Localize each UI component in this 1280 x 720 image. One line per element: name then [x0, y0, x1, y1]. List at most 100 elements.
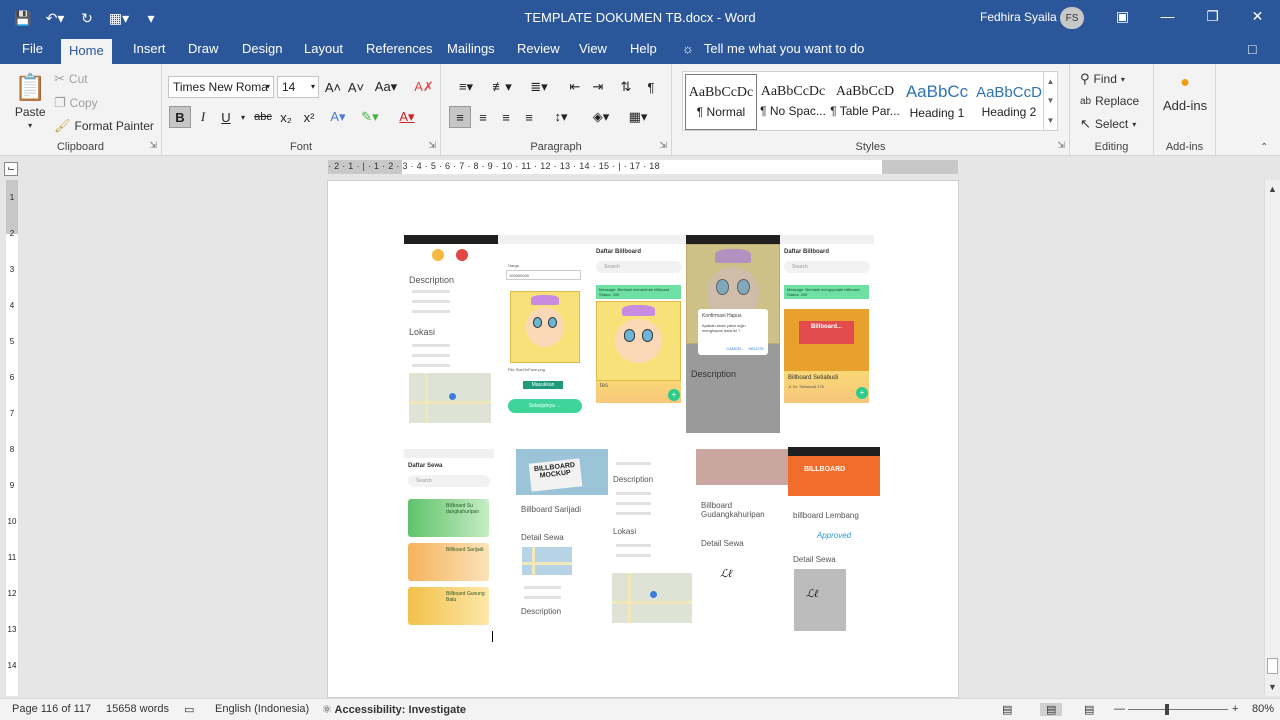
- language-indicator[interactable]: English (Indonesia): [215, 703, 309, 715]
- style-table-paragraph[interactable]: AaBbCcD ¶ Table Par...: [829, 74, 901, 130]
- tab-layout[interactable]: Layout: [302, 41, 345, 64]
- tab-review[interactable]: Review: [515, 41, 562, 64]
- style-heading-1[interactable]: AaBbCc Heading 1: [901, 74, 973, 130]
- dialog-launcher-icon[interactable]: ⇲: [428, 140, 436, 151]
- vertical-scrollbar[interactable]: ▲ ▼: [1264, 180, 1280, 696]
- restore-icon[interactable]: ❐: [1190, 0, 1235, 32]
- read-mode-icon[interactable]: ▤: [1002, 703, 1012, 716]
- chevron-up-icon[interactable]: ▲: [1047, 77, 1055, 86]
- strikethrough-button[interactable]: abc: [252, 106, 274, 128]
- vertical-ruler[interactable]: 1 2 3 4 5 6 7 8 9 10 11 12 13 14: [6, 180, 18, 696]
- align-center-icon[interactable]: ≡: [472, 106, 494, 128]
- quick-access-toolbar: 💾 ↶▾ ↻ ▦▾ ▾: [10, 6, 164, 30]
- zoom-slider[interactable]: [1128, 709, 1228, 710]
- comments-icon[interactable]: □: [1248, 41, 1256, 57]
- tab-selector[interactable]: ⌙: [4, 162, 18, 176]
- status-bar: Page 116 of 117 15658 words ▭ English (I…: [0, 698, 1280, 720]
- print-layout-icon[interactable]: ▤: [1040, 703, 1063, 716]
- font-size-combobox[interactable]: 14 ▾: [277, 76, 319, 98]
- tell-me-search[interactable]: ☼ Tell me what you want to do: [682, 41, 864, 56]
- text-cursor: [492, 631, 493, 642]
- format-painter-button[interactable]: 🖌 Format Painter: [54, 118, 154, 134]
- ribbon-display-options-icon[interactable]: ▣: [1100, 0, 1145, 32]
- web-layout-icon[interactable]: ▤: [1084, 703, 1094, 716]
- line-spacing-icon[interactable]: ↕▾: [546, 106, 576, 128]
- tab-insert[interactable]: Insert: [131, 41, 168, 64]
- subscript-button[interactable]: x₂: [275, 106, 297, 128]
- horizontal-ruler[interactable]: · 2 · 1 · | · 1 · 2 · 3 · 4 · 5 · 6 · 7 …: [328, 160, 958, 174]
- italic-button[interactable]: I: [192, 106, 214, 128]
- undo-icon[interactable]: ↶▾: [42, 6, 68, 30]
- style-normal[interactable]: AaBbCcDc ¶ Normal: [685, 74, 757, 130]
- customize-qat-icon[interactable]: ▾: [138, 6, 164, 30]
- word-count[interactable]: 15658 words: [106, 703, 169, 715]
- avatar[interactable]: FS: [1060, 7, 1084, 29]
- redo-icon[interactable]: ↻: [74, 6, 100, 30]
- copy-button[interactable]: ❐ Copy: [54, 95, 98, 111]
- align-left-icon[interactable]: ≡: [449, 106, 471, 128]
- tab-file[interactable]: File: [20, 41, 45, 64]
- dialog-launcher-icon[interactable]: ⇲: [659, 140, 667, 151]
- change-case-icon[interactable]: Aa▾: [371, 76, 401, 98]
- collapse-ribbon-icon[interactable]: ⌃: [1260, 142, 1268, 153]
- addins-group: ● Add-ins Add-ins: [1154, 64, 1216, 156]
- document-page[interactable]: Description Lokasi Harga 100000000 File …: [327, 180, 959, 698]
- grow-font-icon[interactable]: A˄: [322, 76, 344, 98]
- increase-indent-icon[interactable]: ⇥: [587, 76, 609, 98]
- dialog-launcher-icon[interactable]: ⇲: [1057, 140, 1065, 151]
- borders-icon[interactable]: ▦▾: [623, 106, 653, 128]
- highlight-icon[interactable]: ✎▾: [359, 106, 381, 128]
- table-icon[interactable]: ▦▾: [106, 6, 132, 30]
- close-icon[interactable]: ✕: [1235, 0, 1280, 32]
- page-indicator[interactable]: Page 116 of 117: [12, 703, 91, 715]
- justify-icon[interactable]: ≡: [518, 106, 540, 128]
- dialog-launcher-icon[interactable]: ⇲: [149, 140, 157, 151]
- tab-draw[interactable]: Draw: [186, 41, 220, 64]
- bullets-icon[interactable]: ≡▾: [451, 76, 481, 98]
- addins-button[interactable]: ● Add-ins: [1163, 74, 1207, 113]
- select-button[interactable]: ↖ Select ▾: [1080, 116, 1136, 132]
- proofing-icon[interactable]: ▭: [184, 703, 194, 716]
- find-button[interactable]: ⚲ Find ▾: [1080, 71, 1125, 87]
- tab-design[interactable]: Design: [240, 41, 284, 64]
- zoom-in-icon[interactable]: +: [1232, 703, 1238, 715]
- pilcrow-icon[interactable]: ¶: [640, 76, 662, 98]
- multilevel-list-icon[interactable]: ≣▾: [524, 76, 554, 98]
- numbering-icon[interactable]: ≢▾: [487, 76, 517, 98]
- tab-references[interactable]: References: [364, 41, 434, 64]
- bold-button[interactable]: B: [169, 106, 191, 128]
- cut-button[interactable]: ✂ Cut: [54, 71, 88, 87]
- font-color-icon[interactable]: A▾: [396, 106, 418, 128]
- paste-button[interactable]: 📋 Paste ▾: [14, 72, 46, 130]
- clear-formatting-icon[interactable]: A✗: [413, 76, 435, 98]
- user-name[interactable]: Fedhira Syaila: [980, 10, 1057, 24]
- shrink-font-icon[interactable]: A˅: [345, 76, 367, 98]
- accessibility-status[interactable]: ⚛ Accessibility: Investigate: [322, 703, 466, 716]
- style-heading-2[interactable]: AaBbCcD Heading 2: [973, 74, 1045, 130]
- align-right-icon[interactable]: ≡: [495, 106, 517, 128]
- styles-scroll[interactable]: ▲ ▼ ▼: [1043, 72, 1057, 130]
- zoom-slider-thumb[interactable]: [1165, 704, 1169, 715]
- decrease-indent-icon[interactable]: ⇤: [564, 76, 586, 98]
- save-icon[interactable]: 💾: [10, 6, 36, 30]
- chevron-down-icon[interactable]: ▾: [232, 106, 254, 128]
- shading-icon[interactable]: ◈▾: [586, 106, 616, 128]
- minimize-icon[interactable]: —: [1145, 0, 1190, 32]
- scroll-up-icon[interactable]: ▲: [1268, 184, 1277, 194]
- zoom-out-icon[interactable]: —: [1114, 703, 1125, 715]
- font-name-combobox[interactable]: Times New Roma ▾: [168, 76, 274, 98]
- text-effects-icon[interactable]: A▾: [327, 106, 349, 128]
- scroll-thumb[interactable]: [1267, 658, 1278, 674]
- zoom-level[interactable]: 80%: [1252, 703, 1274, 715]
- tab-view[interactable]: View: [577, 41, 609, 64]
- tab-mailings[interactable]: Mailings: [445, 41, 497, 64]
- style-no-spacing[interactable]: AaBbCcDc ¶ No Spac...: [757, 74, 829, 130]
- tab-help[interactable]: Help: [628, 41, 659, 64]
- tab-home[interactable]: Home: [61, 39, 112, 64]
- superscript-button[interactable]: x²: [298, 106, 320, 128]
- scroll-down-icon[interactable]: ▼: [1268, 682, 1277, 692]
- sort-icon[interactable]: ⇅: [615, 76, 637, 98]
- more-styles-icon[interactable]: ▼: [1047, 116, 1055, 125]
- chevron-down-icon[interactable]: ▼: [1047, 96, 1055, 105]
- replace-button[interactable]: ab Replace: [1080, 94, 1139, 108]
